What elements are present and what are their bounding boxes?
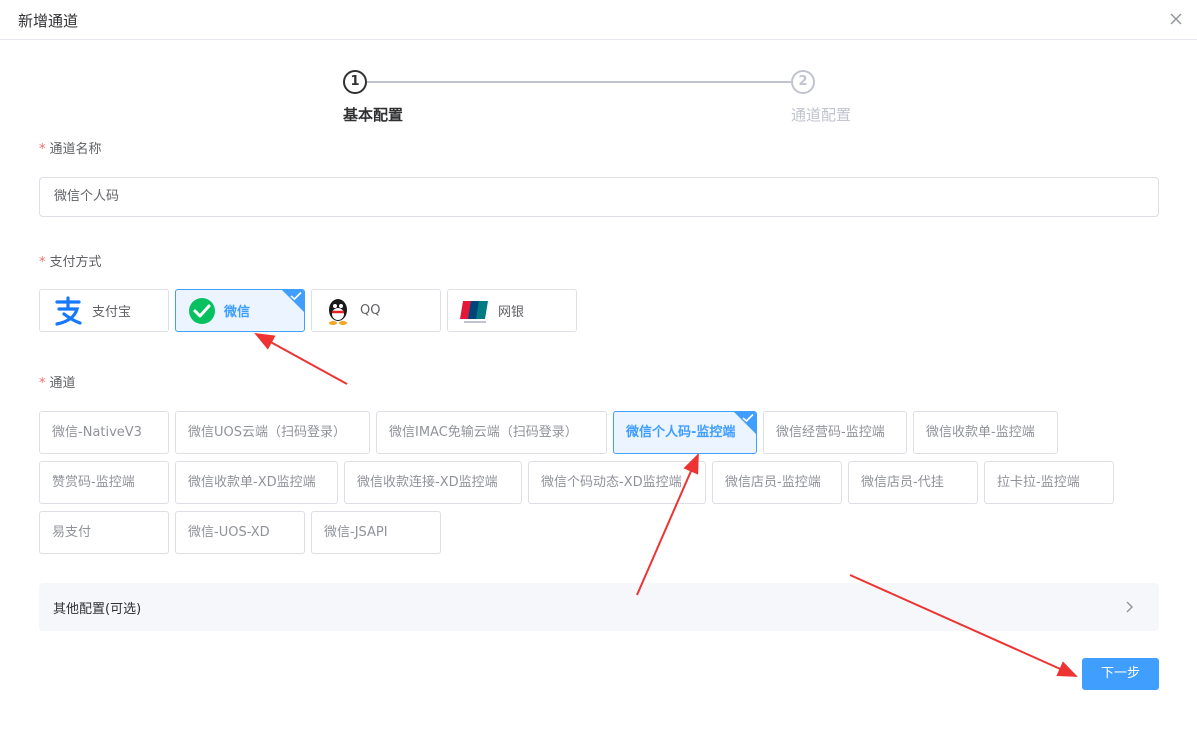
channel-option[interactable]: 微信-JSAPI: [311, 511, 441, 554]
channel-name-input[interactable]: 微信个人码: [39, 177, 1159, 217]
step-2-circle: 2: [791, 70, 815, 94]
unionpay-icon: [460, 300, 488, 323]
pay-method-label: * 支付方式: [39, 255, 102, 270]
pay-method-label: QQ: [360, 303, 381, 318]
channel-label: * 通道: [39, 376, 76, 391]
step-1-label: 基本配置: [343, 106, 404, 124]
channel-option-selected[interactable]: 微信个人码-监控端: [613, 411, 757, 454]
pay-method-alipay[interactable]: 支付宝: [39, 289, 169, 332]
step-1-circle: 1: [343, 70, 367, 94]
pay-method-label: 支付宝: [92, 305, 132, 320]
alipay-icon: [55, 295, 82, 326]
pay-method-qq[interactable]: QQ: [311, 289, 441, 332]
step-connector: [367, 81, 791, 83]
check-icon: [742, 413, 754, 423]
channel-option[interactable]: 微信UOS云端（扫码登录）: [175, 411, 370, 454]
channel-name-label: * 通道名称: [39, 142, 102, 157]
required-mark: *: [39, 142, 46, 157]
channel-option-label: 微信个人码-监控端: [626, 425, 736, 440]
channel-option[interactable]: 微信IMAC免输云端（扫码登录）: [376, 411, 607, 454]
required-mark: *: [39, 255, 46, 270]
steps: 1 2 基本配置 通道配置: [0, 0, 1197, 130]
channel-option[interactable]: 微信收款单-监控端: [913, 411, 1058, 454]
pay-method-label: 微信: [224, 305, 251, 320]
channel-option[interactable]: 微信-NativeV3: [39, 411, 169, 454]
channel-option[interactable]: 赞赏码-监控端: [39, 461, 169, 504]
wechat-icon: [189, 297, 215, 324]
required-mark: *: [39, 376, 46, 391]
channel-option[interactable]: 微信店员-监控端: [712, 461, 842, 504]
qq-icon: [329, 298, 347, 325]
channel-option[interactable]: 微信收款连接-XD监控端: [344, 461, 522, 504]
channel-option[interactable]: 微信店员-代挂: [848, 461, 978, 504]
channel-option[interactable]: 拉卡拉-监控端: [984, 461, 1114, 504]
channel-option[interactable]: 微信收款单-XD监控端: [175, 461, 338, 504]
other-config-collapse[interactable]: 其他配置(可选): [39, 583, 1159, 631]
channel-option[interactable]: 微信个码动态-XD监控端: [528, 461, 706, 504]
pay-method-label: 网银: [498, 305, 525, 320]
pay-method-unionpay[interactable]: 网银: [447, 289, 577, 332]
next-step-button[interactable]: 下一步: [1082, 658, 1159, 690]
chevron-right-icon: [1126, 601, 1133, 613]
channel-option[interactable]: 微信-UOS-XD: [175, 511, 305, 554]
step-2-label: 通道配置: [791, 106, 852, 124]
pay-method-wechat[interactable]: 微信: [175, 289, 305, 332]
other-config-label: 其他配置(可选): [53, 602, 142, 617]
annotation-arrow: [254, 333, 348, 385]
channel-option[interactable]: 易支付: [39, 511, 169, 554]
check-icon: [290, 291, 302, 301]
channel-option[interactable]: 微信经营码-监控端: [763, 411, 907, 454]
